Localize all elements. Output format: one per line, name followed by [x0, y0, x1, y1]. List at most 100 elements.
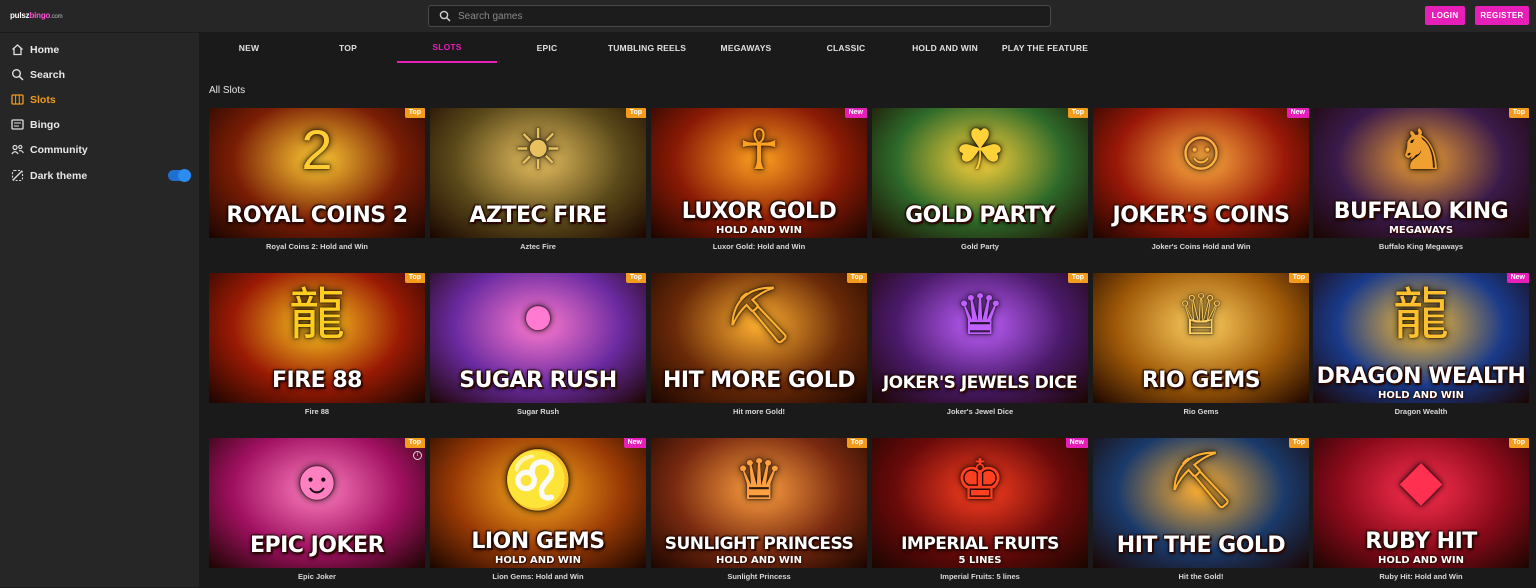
- game-caption[interactable]: Gold Party: [872, 242, 1088, 251]
- game-card[interactable]: ☻ EPIC JOKER Top i Epic Joker: [209, 438, 425, 588]
- game-card[interactable]: 龍 FIRE 88 Top Fire 88: [209, 273, 425, 423]
- game-artwork: ♕: [1175, 283, 1227, 346]
- game-card[interactable]: ◆ RUBY HIT HOLD AND WIN Top Ruby Hit: Hold a…: [1313, 438, 1529, 588]
- game-card[interactable]: ☘ GOLD PARTY Top Gold Party: [872, 108, 1088, 258]
- top-badge: Top: [404, 108, 425, 118]
- game-thumbnail[interactable]: 龍 FIRE 88 Top: [209, 273, 425, 403]
- slots-icon: [11, 94, 24, 105]
- game-caption[interactable]: Luxor Gold: Hold and Win: [651, 242, 867, 251]
- game-caption[interactable]: Epic Joker: [209, 572, 425, 581]
- game-thumbnail[interactable]: ☻ EPIC JOKER Top i: [209, 438, 425, 568]
- game-card[interactable]: ♛ JOKER'S JEWELS DICE Top Joker's Jewel Dic…: [872, 273, 1088, 423]
- tab-top[interactable]: TOP: [298, 33, 398, 63]
- search-icon: [439, 10, 451, 22]
- game-card[interactable]: ♌ LION GEMS HOLD AND WIN New Lion Gems: Hold…: [430, 438, 646, 588]
- game-thumbnail[interactable]: 2 ROYAL COINS 2 Top: [209, 108, 425, 238]
- game-artwork: ☺: [1172, 118, 1230, 181]
- tab-tumbling-reels[interactable]: TUMBLING REELS: [597, 33, 697, 63]
- game-thumbnail[interactable]: ☀ AZTEC FIRE Top: [430, 108, 646, 238]
- game-card[interactable]: ⛏ HIT MORE GOLD Top Hit more Gold!: [651, 273, 867, 423]
- game-artwork: ◆: [1399, 448, 1443, 511]
- game-thumbnail[interactable]: ♌ LION GEMS HOLD AND WIN New: [430, 438, 646, 568]
- game-caption[interactable]: Hit more Gold!: [651, 407, 867, 416]
- game-card[interactable]: ☥ LUXOR GOLD HOLD AND WIN New Luxor Gold: Ho…: [651, 108, 867, 258]
- game-subtitle-art: 5 LINES: [958, 555, 1002, 566]
- game-card[interactable]: ☀ AZTEC FIRE Top Aztec Fire: [430, 108, 646, 258]
- tab-megaways[interactable]: MEGAWAYS: [696, 33, 796, 63]
- game-caption[interactable]: Imperial Fruits: 5 lines: [872, 572, 1088, 581]
- game-card[interactable]: ♛ SUNLIGHT PRINCESS HOLD AND WIN Top Sunligh…: [651, 438, 867, 588]
- sidebar-item-bingo[interactable]: Bingo: [0, 114, 199, 136]
- game-thumbnail[interactable]: 龍 DRAGON WEALTH HOLD AND WIN New: [1313, 273, 1529, 403]
- game-subtitle-art: HOLD AND WIN: [494, 555, 582, 566]
- tab-new[interactable]: NEW: [199, 33, 299, 63]
- game-card[interactable]: ♚ IMPERIAL FRUITS 5 LINES New Imperial Fruit…: [872, 438, 1088, 588]
- sidebar-item-home[interactable]: Home: [0, 39, 199, 61]
- tab-play-the-feature[interactable]: PLAY THE FEATURE: [995, 33, 1095, 63]
- top-badge: Top: [1508, 438, 1529, 448]
- game-thumbnail[interactable]: ⛏ HIT MORE GOLD Top: [651, 273, 867, 403]
- community-icon: [11, 144, 24, 155]
- game-caption[interactable]: Rio Gems: [1093, 407, 1309, 416]
- game-title-art: JOKER'S JEWELS DICE: [882, 373, 1078, 393]
- game-caption[interactable]: Ruby Hit: Hold and Win: [1313, 572, 1529, 581]
- game-thumbnail[interactable]: ⛏ HIT THE GOLD Top: [1093, 438, 1309, 568]
- game-thumbnail[interactable]: ♛ JOKER'S JEWELS DICE Top: [872, 273, 1088, 403]
- search-box[interactable]: [428, 5, 1051, 27]
- game-title-art: IMPERIAL FRUITS: [901, 534, 1059, 554]
- game-card[interactable]: ♕ RIO GEMS Top Rio Gems: [1093, 273, 1309, 423]
- game-thumbnail[interactable]: ☘ GOLD PARTY Top: [872, 108, 1088, 238]
- top-badge: Top: [404, 438, 425, 448]
- sidebar-item-label: Bingo: [30, 119, 60, 131]
- game-thumbnail[interactable]: ● SUGAR RUSH Top: [430, 273, 646, 403]
- game-thumbnail[interactable]: ♞ BUFFALO KING MEGAWAYS Top: [1313, 108, 1529, 238]
- logo-main: pulsz: [10, 11, 30, 20]
- game-caption[interactable]: Royal Coins 2: Hold and Win: [209, 242, 425, 251]
- game-thumbnail[interactable]: ♚ IMPERIAL FRUITS 5 LINES New: [872, 438, 1088, 568]
- game-thumbnail[interactable]: ♕ RIO GEMS Top: [1093, 273, 1309, 403]
- info-icon[interactable]: i: [413, 451, 422, 460]
- sidebar-item-slots[interactable]: Slots: [0, 89, 199, 111]
- game-thumbnail[interactable]: ☥ LUXOR GOLD HOLD AND WIN New: [651, 108, 867, 238]
- game-card[interactable]: ● SUGAR RUSH Top Sugar Rush: [430, 273, 646, 423]
- dark-theme-toggle[interactable]: [168, 169, 191, 182]
- top-badge: Top: [1288, 273, 1309, 283]
- tab-hold-and-win[interactable]: HOLD AND WIN: [895, 33, 995, 63]
- game-card[interactable]: ⛏ HIT THE GOLD Top Hit the Gold!: [1093, 438, 1309, 588]
- game-caption[interactable]: Fire 88: [209, 407, 425, 416]
- game-card[interactable]: ☺ JOKER'S COINS New Joker's Coins Hold and …: [1093, 108, 1309, 258]
- game-caption[interactable]: Dragon Wealth: [1313, 407, 1529, 416]
- login-button[interactable]: LOGIN: [1425, 6, 1465, 25]
- sidebar-item-label: Search: [30, 69, 66, 81]
- game-caption[interactable]: Lion Gems: Hold and Win: [430, 572, 646, 581]
- tab-classic[interactable]: CLASSIC: [796, 33, 896, 63]
- new-badge: New: [623, 438, 646, 448]
- game-caption[interactable]: Joker's Jewel Dice: [872, 407, 1088, 416]
- game-caption[interactable]: Joker's Coins Hold and Win: [1093, 242, 1309, 251]
- game-card[interactable]: 龍 DRAGON WEALTH HOLD AND WIN New Dragon Weal…: [1313, 273, 1529, 423]
- home-icon: [12, 44, 23, 56]
- game-thumbnail[interactable]: ☺ JOKER'S COINS New: [1093, 108, 1309, 238]
- game-artwork: ⛏: [723, 283, 795, 346]
- game-card[interactable]: ♞ BUFFALO KING MEGAWAYS Top Buffalo King Meg…: [1313, 108, 1529, 258]
- game-title-art: ROYAL COINS 2: [226, 203, 408, 228]
- tab-slots[interactable]: SLOTS: [397, 33, 497, 63]
- game-caption[interactable]: Sugar Rush: [430, 407, 646, 416]
- game-thumbnail[interactable]: ♛ SUNLIGHT PRINCESS HOLD AND WIN Top: [651, 438, 867, 568]
- site-logo[interactable]: pulszbingo.com: [10, 11, 63, 20]
- game-caption[interactable]: Sunlight Princess: [651, 572, 867, 581]
- sidebar-item-community[interactable]: Community: [0, 139, 199, 161]
- game-caption[interactable]: Hit the Gold!: [1093, 572, 1309, 581]
- game-caption[interactable]: Aztec Fire: [430, 242, 646, 251]
- game-thumbnail[interactable]: ◆ RUBY HIT HOLD AND WIN Top: [1313, 438, 1529, 568]
- game-card[interactable]: 2 ROYAL COINS 2 Top Royal Coins 2: Hold and…: [209, 108, 425, 258]
- top-badge: Top: [1508, 108, 1529, 118]
- game-caption[interactable]: Buffalo King Megaways: [1313, 242, 1529, 251]
- game-title-art: JOKER'S COINS: [1112, 203, 1290, 228]
- game-artwork: ●: [521, 283, 555, 346]
- search-input[interactable]: [458, 8, 1038, 24]
- top-badge: Top: [1067, 108, 1088, 118]
- register-button[interactable]: REGISTER: [1475, 6, 1529, 25]
- tab-epic[interactable]: EPIC: [497, 33, 597, 63]
- sidebar-item-search[interactable]: Search: [0, 64, 199, 86]
